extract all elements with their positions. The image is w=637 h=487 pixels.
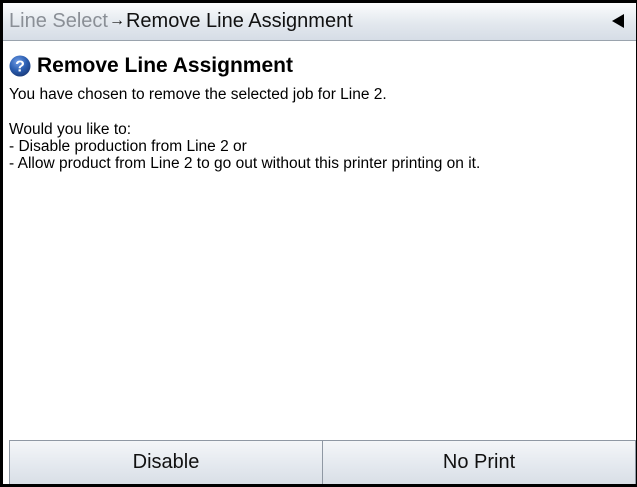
options-list: - Disable production from Line 2 or - Al… <box>9 138 632 172</box>
remove-line-assignment-screen: Line Select → Remove Line Assignment ? R… <box>0 0 637 487</box>
breadcrumb-line-select[interactable]: Line Select <box>9 10 108 33</box>
back-button[interactable] <box>606 9 630 33</box>
left-triangle-icon <box>612 14 624 28</box>
svg-text:?: ? <box>15 59 25 76</box>
disable-button[interactable]: Disable <box>9 440 323 484</box>
dialog-title-row: ? Remove Line Assignment <box>9 52 632 80</box>
header-bar: Line Select → Remove Line Assignment <box>3 3 636 41</box>
page-title: Remove Line Assignment <box>125 10 353 32</box>
dialog-title: Remove Line Assignment <box>37 54 293 77</box>
option-allow-without-printing: - Allow product from Line 2 to go out wi… <box>9 155 481 172</box>
help-question-icon: ? <box>9 55 31 77</box>
dialog-content: ? Remove Line Assignment You have chosen… <box>9 42 632 172</box>
no-print-button[interactable]: No Print <box>323 440 636 484</box>
dialog-message: You have chosen to remove the selected j… <box>9 86 387 103</box>
button-bar: Disable No Print <box>9 440 636 484</box>
option-disable-production: - Disable production from Line 2 or <box>9 138 247 155</box>
breadcrumb-arrow-icon: → <box>108 11 125 29</box>
dialog-question: Would you like to: <box>9 121 132 138</box>
